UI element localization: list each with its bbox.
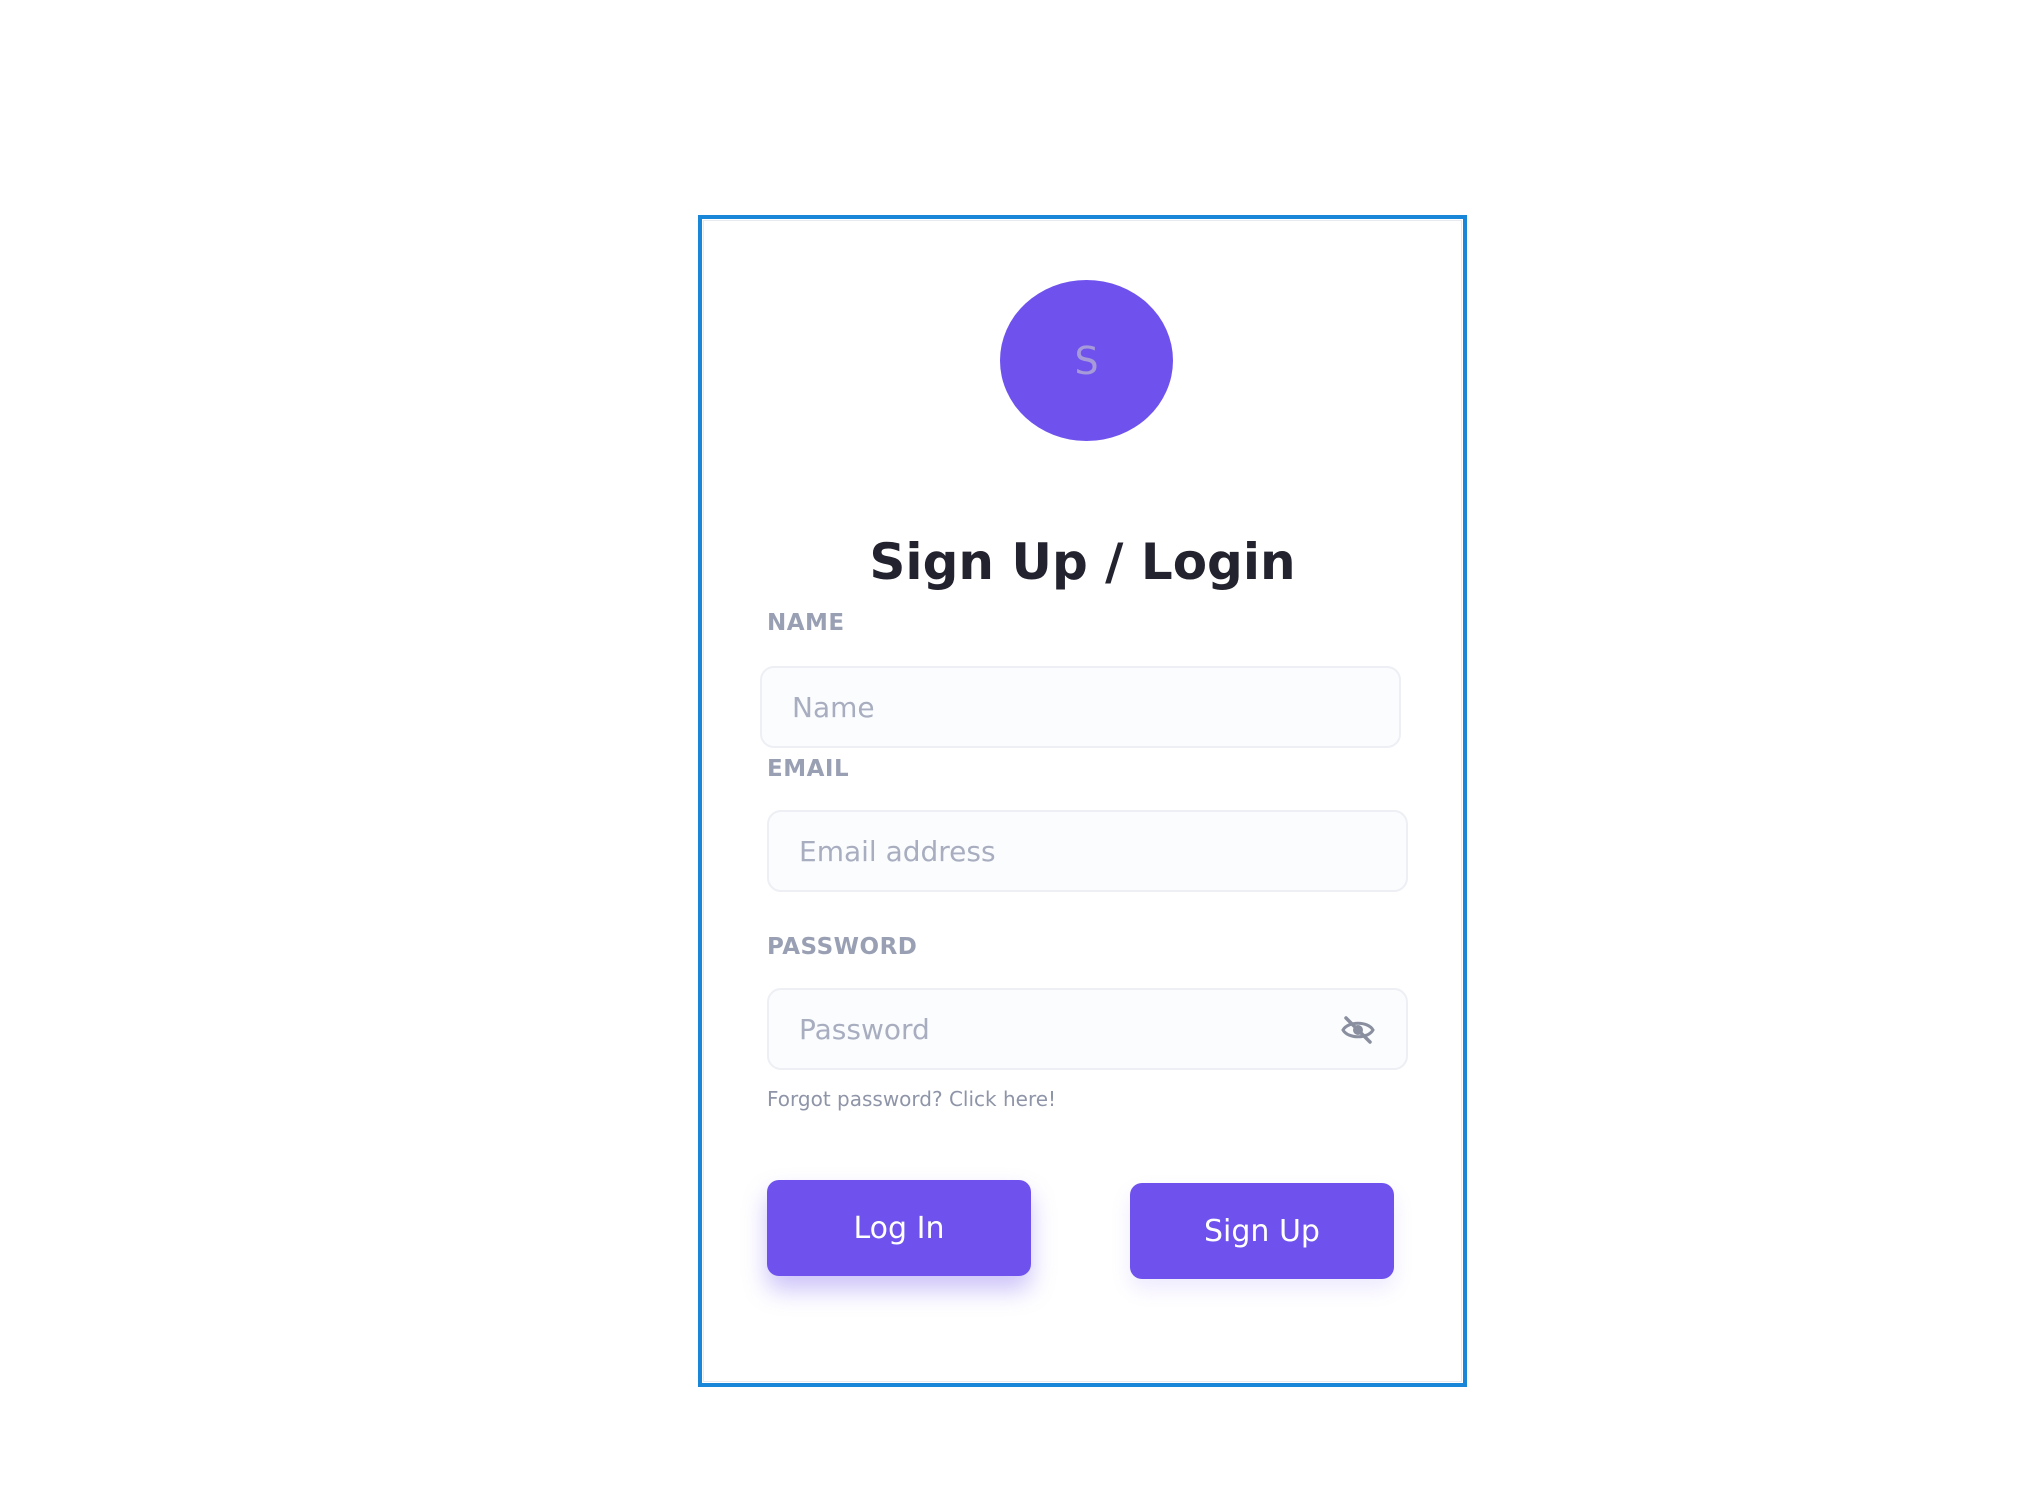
page: S Sign Up / Login NAME EMAIL PASSWORD xyxy=(0,0,2035,1497)
name-label: NAME xyxy=(767,610,845,636)
signup-button[interactable]: Sign Up xyxy=(1130,1183,1394,1279)
name-input[interactable] xyxy=(762,668,1399,746)
login-button[interactable]: Log In xyxy=(767,1180,1031,1276)
password-input[interactable] xyxy=(769,990,1406,1068)
page-title: Sign Up / Login xyxy=(869,533,1296,591)
auth-card: S Sign Up / Login NAME EMAIL PASSWORD xyxy=(698,215,1467,1387)
email-field-wrapper xyxy=(767,810,1408,892)
email-input[interactable] xyxy=(769,812,1406,890)
name-field-wrapper xyxy=(760,666,1401,748)
password-field-wrapper xyxy=(767,988,1408,1070)
avatar-initial: S xyxy=(1074,338,1099,383)
avatar: S xyxy=(1000,280,1173,441)
password-label: PASSWORD xyxy=(767,934,918,960)
auth-card-inner: S Sign Up / Login NAME EMAIL PASSWORD xyxy=(703,220,1462,1382)
forgot-password-link[interactable]: Forgot password? Click here! xyxy=(767,1087,1056,1111)
eye-off-icon[interactable] xyxy=(1340,1015,1376,1045)
email-label: EMAIL xyxy=(767,756,850,782)
